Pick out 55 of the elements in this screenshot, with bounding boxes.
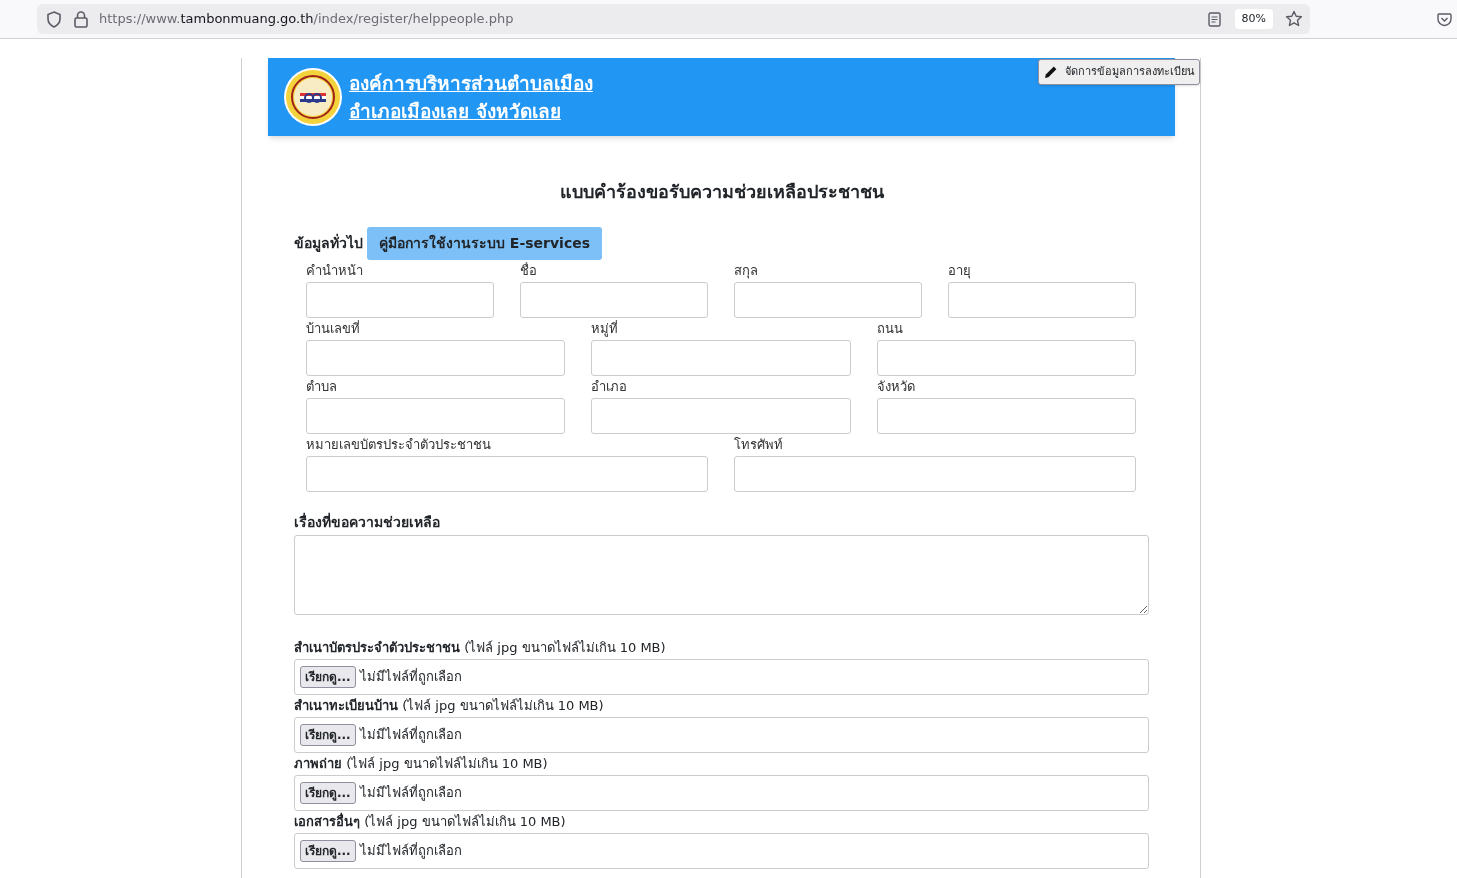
shield-icon[interactable] [46,10,62,28]
input-field[interactable] [306,456,708,492]
input-field[interactable] [520,282,708,318]
file-input[interactable]: เรียกดู... ไม่มีไฟล์ที่ถูกเลือก [294,775,1149,811]
browse-button[interactable]: เรียกดู... [300,666,356,688]
manual-button[interactable]: คู่มือการใช้งานระบบ E-services [367,227,603,260]
emblem-icon [283,67,343,127]
input-field[interactable] [734,282,922,318]
manage-registration-button[interactable]: จัดการข้อมูลการลงทะเบียน [1038,59,1200,85]
file-status: ไม่มีไฟล์ที่ถูกเลือก [359,783,462,803]
reader-view-icon[interactable] [1207,11,1221,27]
upload-label: เอกสารอื่นๆ (ไฟล์ jpg ขนาดไฟล์ไม่เกิน 10 MB) [294,811,567,831]
upload-label: ภาพถ่าย (ไฟล์ jpg ขนาดไฟล์ไม่เกิน 10 MB) [294,755,549,773]
field-label: อำเภอ [591,378,629,396]
input-field[interactable] [306,282,494,318]
input-field[interactable] [306,398,566,434]
field-label: โทรศัพท์ [734,436,784,454]
upload-label: สำเนาทะเบียนบ้าน (ไฟล์ jpg ขนาดไฟล์ไม่เกิน 10 MB) [294,697,605,715]
field-label: ชื่อ [520,261,538,280]
file-status: ไม่มีไฟล์ที่ถูกเลือก [359,841,462,861]
file-input[interactable]: เรียกดู... ไม่มีไฟล์ที่ถูกเลือก [294,659,1149,695]
field-label: บ้านเลขที่ [306,319,361,338]
browse-button[interactable]: เรียกดู... [300,840,356,862]
file-status: ไม่มีไฟล์ที่ถูกเลือก [359,725,462,745]
field-label: หมู่ที่ [591,319,620,339]
request-textarea[interactable] [294,535,1149,615]
star-icon[interactable] [1285,10,1303,28]
field-label: คำนำหน้า [306,262,364,280]
field-label: จังหวัด [876,378,916,396]
input-field[interactable] [306,340,566,376]
browse-button[interactable]: เรียกดู... [300,724,356,746]
request-label: เรื่องที่ขอความช่วยเหลือ [294,512,441,532]
input-field[interactable] [591,398,851,434]
field-label: อายุ [948,262,972,281]
file-input[interactable]: เรียกดู... ไม่มีไฟล์ที่ถูกเลือก [294,717,1149,753]
pocket-icon[interactable] [1437,11,1452,27]
zoom-level-button[interactable]: 80% [1234,8,1273,30]
input-field[interactable] [876,398,1136,434]
input-field[interactable] [948,282,1136,318]
field-label: หมายเลขบัตรประจำตัวประชาชน [306,436,492,454]
field-label: ตำบล [306,378,338,396]
pencil-icon [1043,64,1059,80]
file-status: ไม่มีไฟล์ที่ถูกเลือก [359,667,462,687]
field-label: ถนน [876,320,904,338]
form-title: แบบคำร้องขอรับความช่วยเหลือประชาชน [558,180,885,204]
lock-icon[interactable] [74,10,88,28]
upload-label: สำเนาบัตรประจำตัวประชาชน (ไฟล์ jpg ขนาดไฟล์ไม่เกิน 10 MB) [294,639,667,657]
input-field[interactable] [591,340,851,376]
input-field[interactable] [734,456,1136,492]
browse-button[interactable]: เรียกดู... [300,782,356,804]
section-label: ข้อมูลทั่วไป [294,233,363,254]
url-field[interactable]: https://www.tambonmuang.go.th/index/register/helppeople.php [99,9,514,29]
field-label: สกุล [734,262,759,281]
input-field[interactable] [876,340,1136,376]
file-input[interactable]: เรียกดู... ไม่มีไฟล์ที่ถูกเลือก [294,833,1149,869]
